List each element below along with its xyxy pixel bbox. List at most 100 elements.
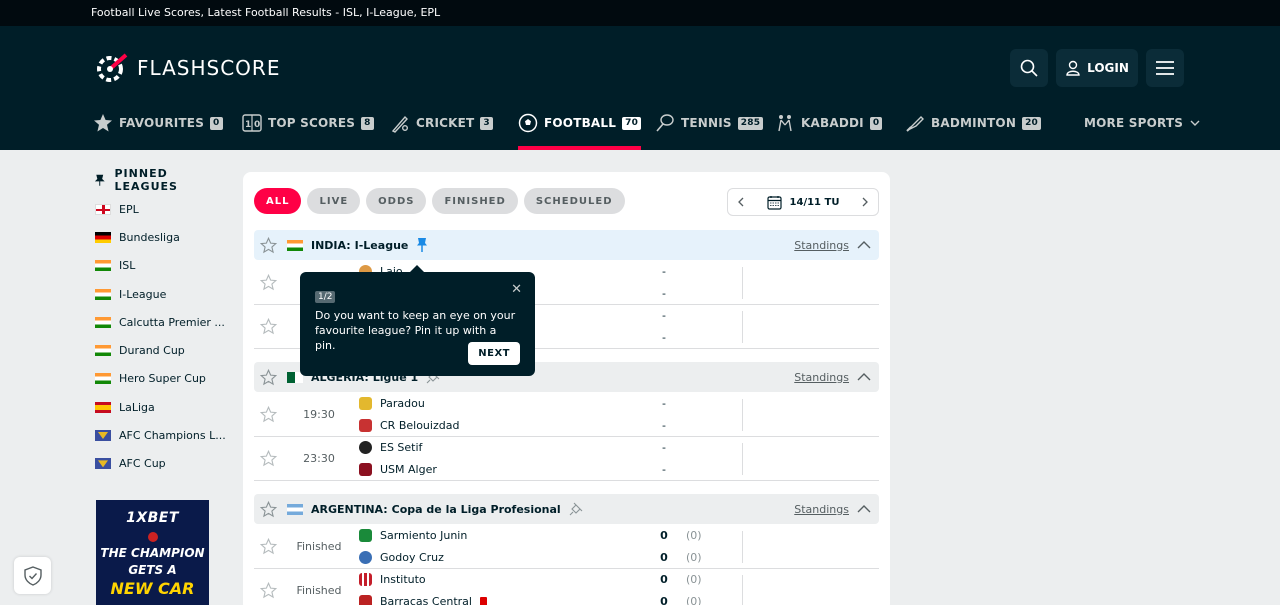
advertisement-banner[interactable]: 1XBET THE CHAMPION GETS A NEW CAR	[96, 500, 209, 605]
star-outline-icon[interactable]	[260, 582, 277, 599]
menu-button[interactable]	[1146, 49, 1184, 87]
league-name[interactable]: I-League	[355, 239, 409, 252]
ad-brand: 1XBET	[126, 510, 179, 526]
tab-favourites[interactable]: FAVOURITES 0	[93, 96, 223, 150]
pinned-item-hero-super-cup[interactable]: Hero Super Cup	[95, 365, 230, 393]
filter-finished[interactable]: FINISHED	[432, 188, 518, 214]
scoreboard-icon: 10	[242, 114, 262, 132]
filter-odds[interactable]: ODDS	[366, 188, 427, 214]
match-row[interactable]: Finished Sarmiento Junin Godoy Cruz 0 0 …	[254, 525, 879, 569]
date-display[interactable]: 14/11 TU	[766, 195, 839, 210]
divider	[742, 443, 743, 475]
star-outline-icon[interactable]	[260, 368, 277, 386]
pin-icon[interactable]	[416, 237, 428, 253]
home-team-name: Paradou	[380, 397, 425, 410]
search-button[interactable]	[1010, 49, 1048, 87]
league-name[interactable]: Copa de la Liga Profesional	[392, 503, 561, 516]
away-halftime-score: (0)	[686, 551, 702, 564]
standings-link[interactable]: Standings	[794, 503, 849, 516]
league-header-india: INDIA: I-League Standings	[254, 230, 879, 260]
away-score: -	[662, 419, 666, 432]
standings-link[interactable]: Standings	[794, 239, 849, 252]
tab-count: 0	[210, 116, 223, 130]
ad-line3: NEW CAR	[110, 579, 195, 598]
argentina-flag-icon	[287, 503, 303, 515]
user-icon	[1066, 60, 1080, 76]
star-outline-icon[interactable]	[260, 450, 277, 467]
more-sports-label: MORE SPORTS	[1084, 116, 1184, 130]
match-filters: ALL LIVE ODDS FINISHED SCHEDULED	[254, 188, 625, 214]
team-logo-icon	[359, 463, 372, 476]
tab-cricket[interactable]: CRICKET 3	[390, 96, 493, 150]
tab-badminton[interactable]: BADMINTON 20	[905, 96, 1042, 150]
divider	[742, 575, 743, 605]
pin-outline-icon[interactable]	[569, 502, 583, 516]
filter-live[interactable]: LIVE	[307, 188, 361, 214]
home-score: 0	[660, 529, 668, 542]
star-outline-icon[interactable]	[260, 500, 277, 518]
germany-flag-icon	[95, 231, 111, 243]
standings-link[interactable]: Standings	[794, 371, 849, 384]
home-team: Paradou	[359, 397, 425, 410]
pinned-item-i-league[interactable]: I-League	[95, 280, 230, 308]
tab-kabaddi[interactable]: KABADDI 0	[775, 96, 883, 150]
home-halftime-score: (0)	[686, 529, 702, 542]
pinned-item-epl[interactable]: EPL	[95, 195, 230, 223]
away-score: -	[662, 287, 666, 300]
search-icon	[1020, 59, 1038, 77]
league-name: Bundesliga	[119, 230, 180, 244]
login-button[interactable]: LOGIN	[1056, 49, 1138, 87]
chevron-up-icon[interactable]	[857, 239, 871, 251]
league-name: EPL	[119, 202, 139, 216]
close-icon[interactable]: ✕	[511, 282, 522, 297]
india-flag-icon	[95, 316, 111, 328]
chevron-left-icon[interactable]	[736, 197, 746, 207]
svg-text:0: 0	[254, 120, 260, 130]
team-logo-icon	[359, 551, 372, 564]
chevron-down-icon	[1190, 120, 1200, 126]
tab-tennis[interactable]: TENNIS 285	[655, 96, 764, 150]
tab-football[interactable]: FOOTBALL 70	[518, 96, 642, 150]
india-flag-icon	[95, 260, 111, 272]
flashscore-logo[interactable]: FLASHSCORE	[95, 52, 280, 84]
pinned-item-isl[interactable]: ISL	[95, 252, 230, 280]
away-team-name: CR Belouizdad	[380, 419, 460, 432]
filter-scheduled[interactable]: SCHEDULED	[523, 188, 625, 214]
tab-label: TOP SCORES	[268, 116, 356, 130]
star-outline-icon[interactable]	[260, 406, 277, 423]
pinned-item-durand-cup[interactable]: Durand Cup	[95, 336, 230, 364]
pinned-item-bundesliga[interactable]: Bundesliga	[95, 223, 230, 251]
pin-icon	[95, 174, 105, 186]
chevron-right-icon[interactable]	[860, 197, 870, 207]
logo-icon	[97, 53, 128, 82]
star-outline-icon[interactable]	[260, 538, 277, 555]
home-team-name: ES Setif	[380, 441, 423, 454]
star-outline-icon[interactable]	[260, 274, 277, 291]
privacy-settings-button[interactable]	[14, 557, 51, 594]
pinned-leagues-panel: PINNED LEAGUES EPL Bundesliga ISL I-Leag…	[95, 165, 230, 478]
chevron-up-icon[interactable]	[857, 371, 871, 383]
away-halftime-score: (0)	[686, 595, 702, 605]
match-row[interactable]: 23:30 ES Setif USM Alger - -	[254, 437, 879, 481]
pinned-item-afc-champions[interactable]: AFC Champions L...	[95, 421, 230, 449]
page-topbar: Football Live Scores, Latest Football Re…	[0, 0, 1280, 26]
chevron-up-icon[interactable]	[857, 503, 871, 515]
filter-all[interactable]: ALL	[254, 188, 302, 214]
team-logo-icon	[359, 573, 372, 586]
calendar-icon	[766, 195, 782, 210]
pinned-item-calcutta[interactable]: Calcutta Premier ...	[95, 308, 230, 336]
home-score: 0	[660, 573, 668, 586]
star-outline-icon[interactable]	[260, 236, 277, 254]
team-logo-icon	[359, 397, 372, 410]
more-sports-dropdown[interactable]: MORE SPORTS	[1084, 96, 1201, 150]
pinned-item-laliga[interactable]: LaLiga	[95, 393, 230, 421]
india-flag-icon	[95, 373, 111, 385]
star-outline-icon[interactable]	[260, 318, 277, 335]
pinned-item-afc-cup[interactable]: AFC Cup	[95, 450, 230, 478]
match-row[interactable]: 19:30 Paradou CR Belouizdad - -	[254, 393, 879, 437]
next-button[interactable]: NEXT	[468, 342, 520, 365]
tab-count: 0	[869, 116, 883, 130]
match-row[interactable]: Finished Instituto Barracas Central 0 0 …	[254, 569, 879, 605]
tab-top-scores[interactable]: 10 TOP SCORES 8	[242, 96, 374, 150]
site-header: FLASHSCORE LOGIN FAVOURITES 0 10 TOP SCO…	[0, 26, 1280, 150]
